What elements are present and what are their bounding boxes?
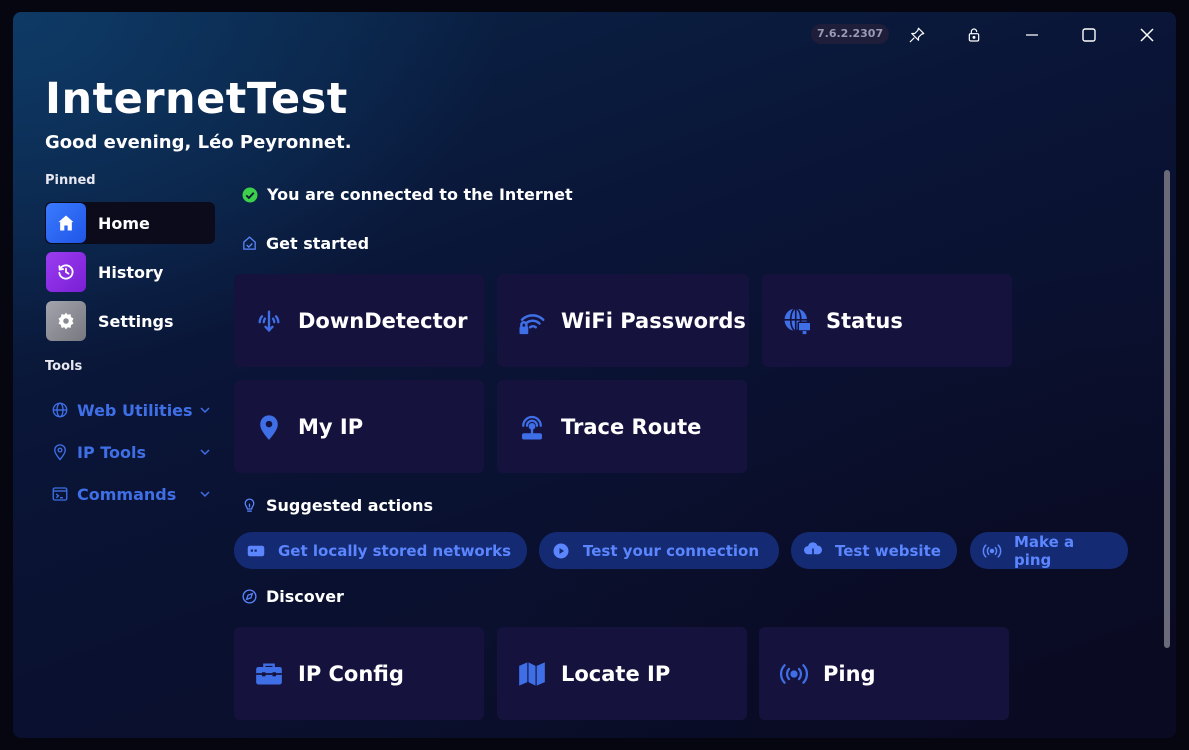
card-ip-config-label: IP Config [298, 661, 404, 686]
check-circle-icon [242, 187, 258, 202]
card-my-ip[interactable]: My IP [234, 380, 484, 473]
discover-label: Discover [266, 587, 344, 606]
broadcast-icon [779, 659, 809, 689]
signal-down-icon [254, 306, 284, 336]
compass-icon [242, 589, 257, 604]
play-circle-icon [551, 541, 571, 561]
minimize-icon [1026, 34, 1038, 36]
card-locate-ip[interactable]: Locate IP [497, 627, 747, 720]
lock-icon [968, 28, 980, 42]
card-status-label: Status [826, 308, 903, 333]
sidebar-item-settings-label: Settings [98, 311, 174, 331]
tools-section-label: Tools [45, 359, 83, 374]
history-icon [46, 252, 86, 292]
card-trace-route-label: Trace Route [561, 414, 702, 439]
broadcast-icon [982, 541, 1002, 561]
card-downdetector[interactable]: DownDetector [234, 274, 484, 367]
minimize-button[interactable] [1017, 20, 1047, 50]
scrollbar[interactable] [1164, 170, 1170, 648]
globe-icon [52, 402, 68, 418]
maximize-button[interactable] [1074, 20, 1104, 50]
card-ping-label: Ping [823, 661, 876, 686]
close-icon [1140, 28, 1154, 42]
location-pin-icon [54, 444, 66, 461]
sidebar-item-ip-tools[interactable]: IP Tools [51, 438, 211, 466]
greeting-text: Good evening, Léo Peyronnet. [45, 132, 352, 153]
route-beacon-icon [517, 412, 547, 442]
map-icon [517, 659, 547, 689]
home-outline-icon [243, 236, 256, 250]
chip-make-ping-label: Make a ping [1014, 532, 1075, 569]
commands-label: Commands [77, 484, 177, 504]
gear-icon [46, 301, 86, 341]
chevron-down-icon [200, 491, 210, 498]
lock-button[interactable] [959, 20, 989, 50]
chip-test-website[interactable]: Test website [791, 532, 957, 569]
card-my-ip-label: My IP [298, 414, 364, 439]
chip-make-ping[interactable]: Make a ping [970, 532, 1128, 569]
sidebar-item-history-label: History [98, 262, 164, 282]
sidebar-item-web-utilities[interactable]: Web Utilities [51, 396, 211, 424]
maximize-icon [1082, 28, 1096, 42]
card-wifi-passwords[interactable]: WiFi Passwords [497, 274, 749, 367]
sidebar-item-home[interactable]: Home [45, 202, 215, 244]
card-trace-route[interactable]: Trace Route [497, 380, 747, 473]
chip-test-website-label: Test website [835, 541, 941, 560]
discover-heading: Discover [241, 587, 344, 606]
sidebar-item-settings[interactable]: Settings [45, 300, 215, 342]
chip-test-connection-label: Test your connection [583, 541, 760, 560]
sidebar-item-history[interactable]: History [45, 251, 215, 293]
chevron-down-icon [200, 407, 210, 414]
home-icon [46, 203, 86, 243]
connection-status-text: You are connected to the Internet [267, 185, 573, 204]
web-utilities-label: Web Utilities [77, 400, 193, 420]
get-started-label: Get started [266, 234, 370, 253]
lightbulb-icon [244, 498, 255, 512]
version-badge: 7.6.2.2307 [811, 24, 890, 44]
pin-button[interactable] [902, 20, 932, 50]
sidebar-item-commands[interactable]: Commands [51, 480, 211, 508]
toolbox-icon [254, 659, 284, 689]
sidebar-item-home-label: Home [98, 213, 150, 233]
app-window: 7.6.2.2307 InternetTest Good evening, Lé… [13, 12, 1176, 738]
chip-local-networks-label: Get locally stored networks [278, 541, 512, 560]
app-title: InternetTest [45, 74, 348, 124]
chevron-down-icon [200, 449, 210, 456]
ip-tools-label: IP Tools [77, 442, 147, 462]
close-button[interactable] [1132, 20, 1162, 50]
chip-local-networks[interactable]: Get locally stored networks [234, 532, 527, 569]
pinned-section-label: Pinned [45, 173, 96, 188]
terminal-icon [52, 487, 68, 501]
wifi-lock-icon [517, 306, 547, 336]
connection-status: You are connected to the Internet [241, 185, 573, 204]
card-ip-config[interactable]: IP Config [234, 627, 484, 720]
network-card-icon [246, 541, 266, 561]
pin-icon [909, 27, 925, 43]
card-locate-ip-label: Locate IP [561, 661, 671, 686]
card-wifi-passwords-label: WiFi Passwords [561, 308, 746, 333]
card-status[interactable]: Status [762, 274, 1012, 367]
suggested-actions-label: Suggested actions [266, 496, 434, 515]
get-started-heading: Get started [241, 234, 369, 253]
location-pin-icon [254, 412, 284, 442]
suggested-actions-heading: Suggested actions [241, 496, 433, 515]
card-downdetector-label: DownDetector [298, 308, 468, 333]
card-ping[interactable]: Ping [759, 627, 1009, 720]
chip-test-connection[interactable]: Test your connection [539, 532, 779, 569]
cloud-download-icon [803, 541, 823, 561]
globe-monitor-icon [782, 306, 812, 336]
